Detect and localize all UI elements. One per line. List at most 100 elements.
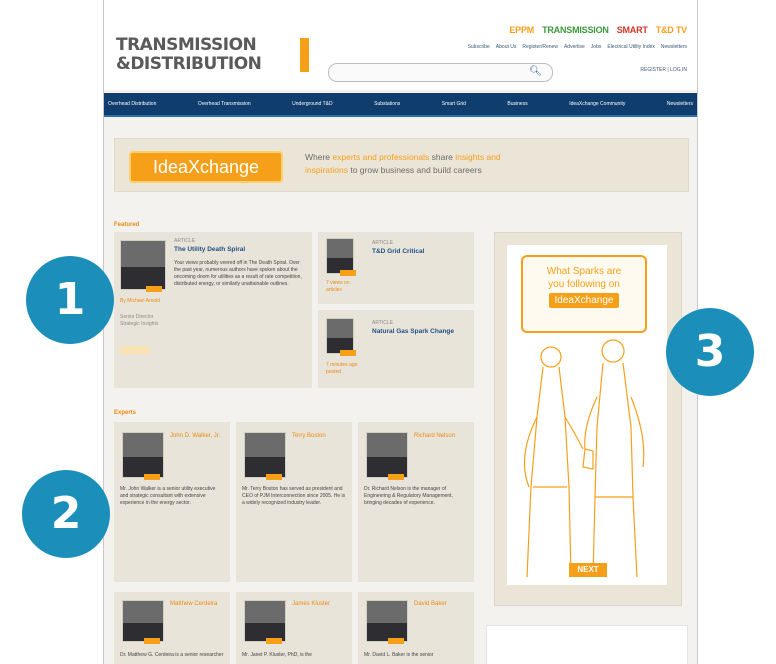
nav-item-overhead-transmission[interactable]: Overhead Transmission — [198, 101, 251, 107]
brand-link-tdtv[interactable]: T&D TV — [656, 25, 688, 35]
expert-photo — [122, 600, 164, 642]
rating-icon — [120, 346, 150, 354]
expert-card[interactable]: Richard Nelson Dr. Richard Nelson is the… — [358, 422, 474, 582]
article-summary: Your views probably veered off in The De… — [174, 260, 302, 287]
nav-item-underground[interactable]: Underground T&D — [292, 101, 333, 107]
nav-item-newsletters[interactable]: Newsletters — [667, 101, 693, 107]
link-subscribe[interactable]: Subscribe — [468, 44, 490, 50]
callout-badge-2: 2 — [22, 470, 110, 558]
author-photo — [120, 240, 166, 290]
site-logo[interactable]: TRANSMISSION &DISTRIBUTION — [116, 35, 309, 74]
expert-photo — [244, 432, 286, 478]
link-jobs[interactable]: Jobs — [591, 44, 602, 50]
tagline-highlight: inspirations — [305, 165, 348, 175]
expert-name[interactable]: Terry Boston — [292, 432, 348, 440]
expert-tag — [146, 286, 162, 292]
experts-heading: Experts — [114, 410, 137, 416]
ad-question-line-1: What Sparks are — [546, 266, 622, 277]
main-nav: Overhead Distribution Overhead Transmiss… — [104, 93, 697, 117]
expert-tag — [266, 638, 282, 644]
expert-tag — [388, 474, 404, 480]
expert-bio: Dr. Richard Nelson is the manager of Eng… — [364, 486, 453, 506]
ad-next-button[interactable]: NEXT — [569, 563, 607, 577]
ad-question-line-2: you following on — [548, 279, 620, 290]
brand-link-transmission[interactable]: TRANSMISSION — [542, 25, 609, 35]
article-title[interactable]: The Utility Death Spiral — [174, 246, 306, 254]
auth-links[interactable]: REGISTER | LOG IN — [640, 67, 687, 73]
expert-tag — [340, 270, 356, 276]
ad-speech-bubble: What Sparks are you following on IdeaXch… — [521, 255, 647, 333]
tagline-part: share — [429, 152, 456, 162]
link-newsletters[interactable]: Newsletters — [661, 44, 687, 50]
brand-link-eppm[interactable]: EPPM — [509, 25, 534, 35]
featured-heading: Featured — [114, 222, 140, 228]
callout-badge-3: 3 — [666, 308, 754, 396]
sidebar-widget — [486, 625, 688, 664]
featured-main-card[interactable]: By Michael Arnold Senior Director Strate… — [114, 232, 312, 388]
logo-line-2: &DISTRIBUTION — [116, 54, 262, 74]
expert-card[interactable]: Matthew Cerdeira Dr. Matthew G. Cerdeira… — [114, 592, 230, 664]
expert-name[interactable]: John D. Walker, Jr. — [170, 432, 226, 440]
brand-link-smart[interactable]: SMART — [617, 25, 648, 35]
featured-side-card-1[interactable]: 7 views on articles ARTICLE T&D Grid Cri… — [318, 232, 474, 304]
expert-name[interactable]: Matthew Cerdeira — [170, 600, 226, 608]
expert-tag — [144, 638, 160, 644]
nav-item-business[interactable]: Business — [507, 101, 527, 107]
ad-illustration — [523, 339, 645, 578]
expert-photo — [366, 432, 408, 478]
expert-bio: Mr. Terry Boston has served as president… — [242, 486, 346, 506]
tagline-highlight: experts and professionals — [332, 152, 430, 162]
expert-tag — [388, 638, 404, 644]
expert-photo — [244, 600, 286, 642]
link-register-renew[interactable]: Register/Renew — [522, 44, 558, 50]
expert-name[interactable]: James Kluster — [292, 600, 348, 608]
banner-tagline: Where experts and professionals share in… — [305, 151, 625, 177]
expert-bio: Mr. Janet P. Kluster, PhD, is the — [242, 652, 312, 658]
logo-accent-bar — [300, 38, 309, 72]
ideaxchange-banner[interactable]: IdeaXchange Where experts and profession… — [114, 138, 689, 192]
expert-photo — [366, 600, 408, 642]
article-kicker: ARTICLE — [372, 240, 394, 246]
nav-item-overhead-distribution[interactable]: Overhead Distribution — [108, 101, 156, 107]
webpage-screenshot: TRANSMISSION &DISTRIBUTION EPPM TRANSMIS… — [103, 0, 698, 664]
ad-panel: What Sparks are you following on IdeaXch… — [507, 245, 667, 585]
nav-item-ideaxchange[interactable]: IdeaXchange Community — [569, 101, 625, 107]
expert-card[interactable]: John D. Walker, Jr. Mr. John Walker is a… — [114, 422, 230, 582]
expert-bio: Dr. Matthew G. Cerdeira is a senior rese… — [120, 652, 224, 658]
article-meta: 7 minutes ago posted — [326, 362, 358, 375]
expert-name[interactable]: Richard Nelson — [414, 432, 470, 440]
link-about-us[interactable]: About Us — [496, 44, 517, 50]
article-title[interactable]: T&D Grid Critical — [372, 248, 468, 256]
link-utility-index[interactable]: Electrical Utility Index — [607, 44, 655, 50]
expert-card[interactable]: Terry Boston Mr. Terry Boston has served… — [236, 422, 352, 582]
ad-ideaxchange-pill: IdeaXchange — [548, 293, 620, 308]
expert-tag — [266, 474, 282, 480]
article-title[interactable]: Natural Gas Spark Change — [372, 328, 468, 336]
expert-card[interactable]: James Kluster Mr. Janet P. Kluster, PhD,… — [236, 592, 352, 664]
article-kicker: ARTICLE — [372, 320, 394, 326]
expert-bio: Mr. David L. Baker is the senior — [364, 652, 434, 658]
author-photo — [326, 238, 354, 274]
expert-photo — [122, 432, 164, 478]
tagline-highlight: insights and — [455, 152, 501, 162]
search-icon[interactable]: 🔍︎ — [529, 66, 542, 77]
tagline-part: to grow business and build careers — [348, 165, 482, 175]
callout-badge-1: 1 — [26, 256, 114, 344]
author-byline[interactable]: By Michael Arnold — [120, 298, 164, 305]
nav-item-substations[interactable]: Substations — [374, 101, 400, 107]
expert-tag — [340, 350, 356, 356]
article-meta: 7 views on articles — [326, 280, 350, 293]
search-input[interactable]: 🔍︎ — [328, 63, 553, 82]
link-advertise[interactable]: Advertise — [564, 44, 585, 50]
ideaxchange-logo: IdeaXchange — [129, 151, 283, 183]
expert-tag — [144, 474, 160, 480]
expert-card[interactable]: David Baker Mr. David L. Baker is the se… — [358, 592, 474, 664]
featured-side-card-2[interactable]: 7 minutes ago posted ARTICLE Natural Gas… — [318, 310, 474, 388]
logo-line-1: TRANSMISSION — [116, 35, 257, 55]
sister-brands: EPPM TRANSMISSION SMART T&D TV — [509, 24, 687, 36]
site-header: TRANSMISSION &DISTRIBUTION EPPM TRANSMIS… — [104, 0, 697, 90]
author-photo — [326, 318, 354, 354]
nav-item-smart-grid[interactable]: Smart Grid — [442, 101, 466, 107]
sidebar-ad[interactable]: What Sparks are you following on IdeaXch… — [494, 232, 682, 606]
expert-name[interactable]: David Baker — [414, 600, 470, 608]
